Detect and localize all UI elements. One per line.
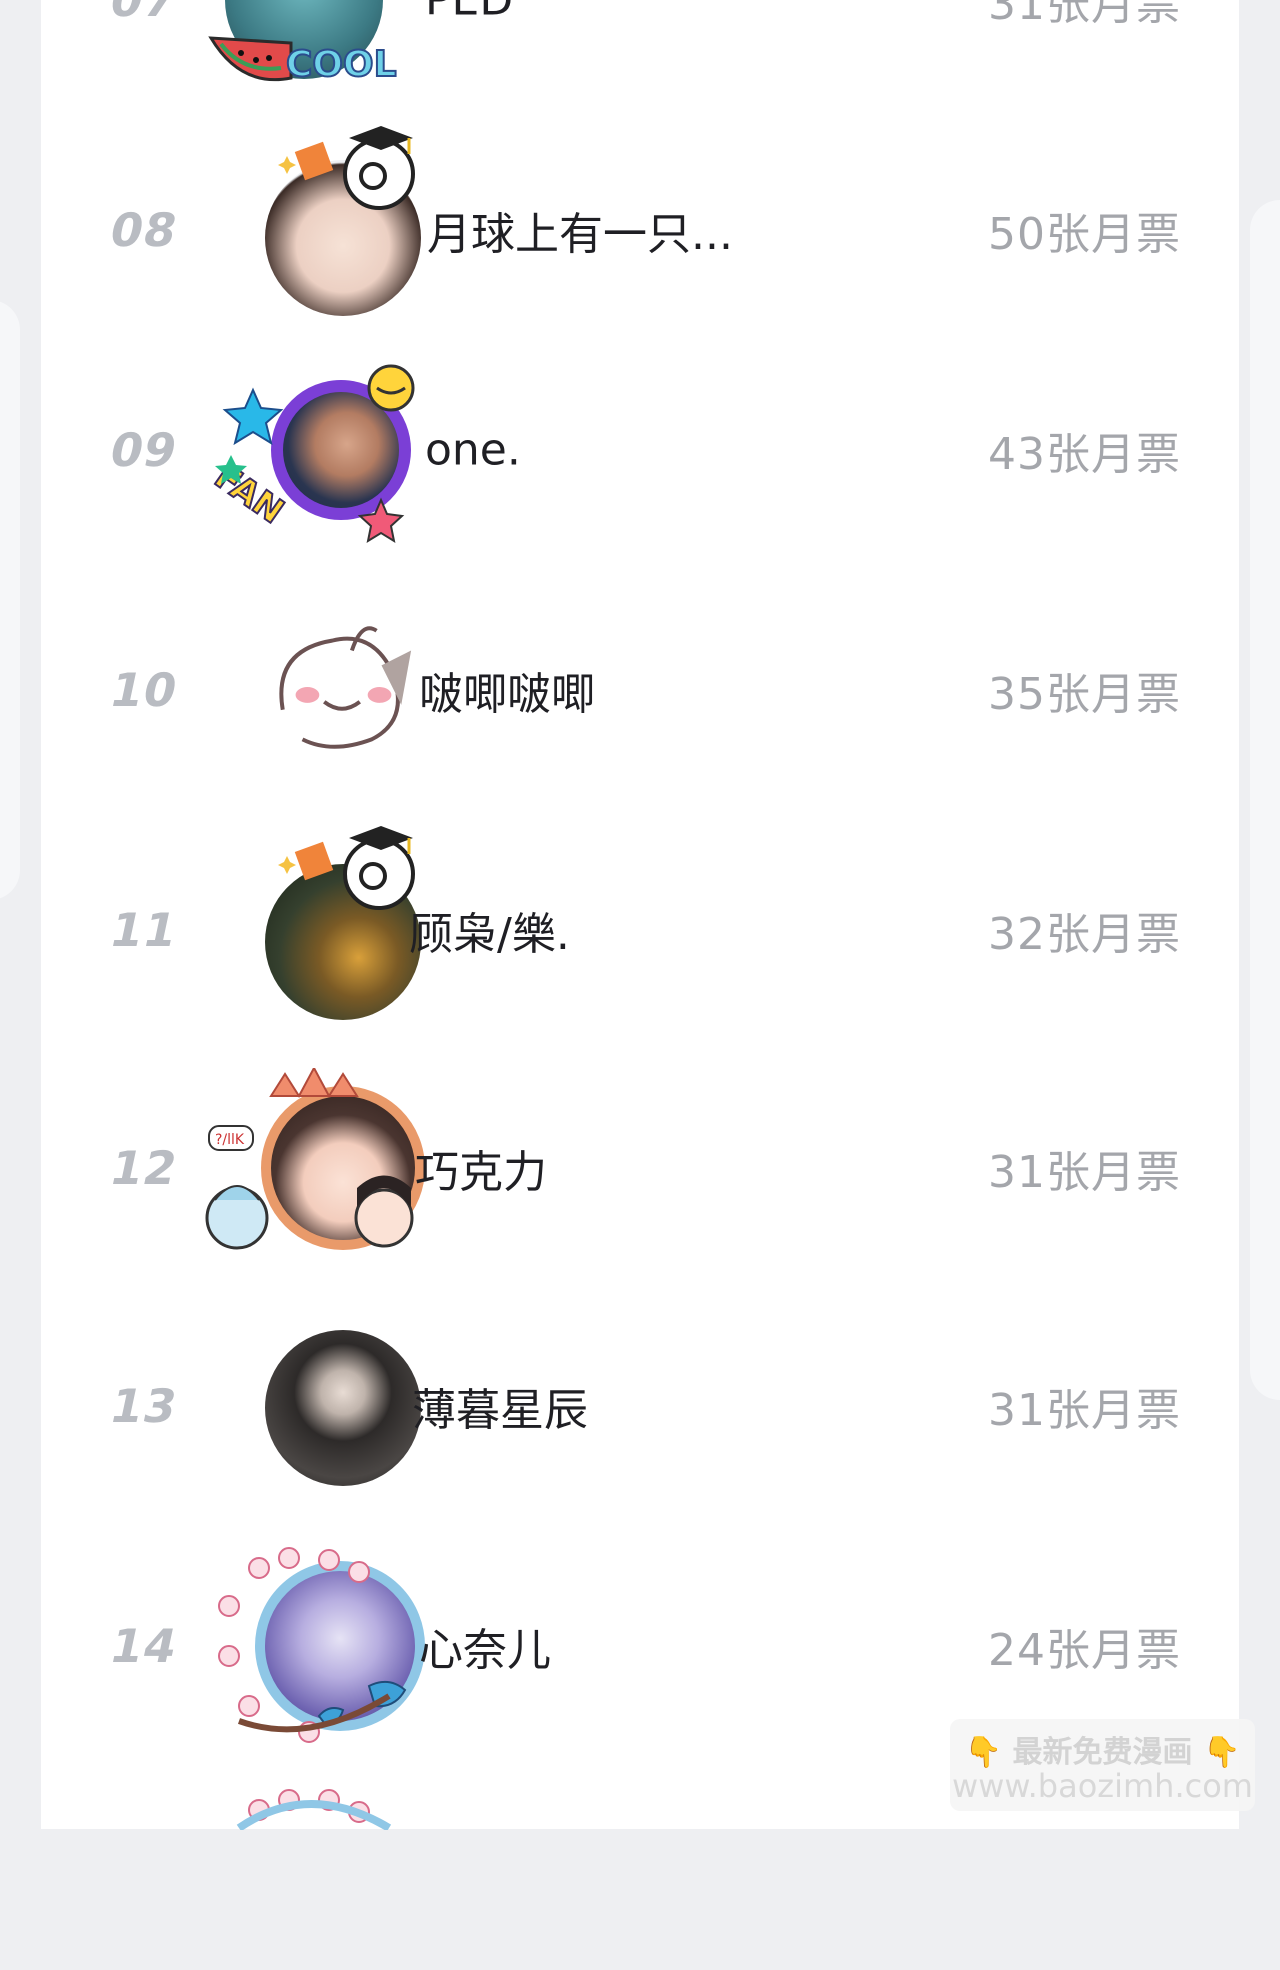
monthly-ticket-ranking-list: 07 COOL PED 31张月票 08 月球上有一只... 50张月票 09 bbox=[41, 0, 1239, 1830]
list-item[interactable]: 13 薄暮星辰 31张月票 bbox=[41, 1306, 1239, 1506]
watermark: 👇 最新免费漫画 👇 www.baozimh.com bbox=[950, 1719, 1255, 1811]
rank-number: 09 bbox=[105, 423, 183, 477]
ticket-count: 24张月票 bbox=[988, 1625, 1181, 1676]
watermark-url: www.baozimh.com bbox=[952, 1767, 1253, 1805]
list-item[interactable]: 10 啵唧啵唧 35张月票 bbox=[41, 590, 1239, 790]
ticket-count: 50张月票 bbox=[988, 209, 1181, 260]
list-item[interactable]: 09 FAN one. 43张月票 bbox=[41, 350, 1239, 550]
background-right-panel bbox=[1250, 200, 1280, 1400]
svg-text:?/llK: ?/llK bbox=[215, 1132, 245, 1148]
crown-couple-icon: ?/llK bbox=[205, 1068, 414, 1250]
svg-text:COOL: COOL bbox=[286, 44, 397, 85]
fan-star-badge-icon: FAN bbox=[206, 364, 415, 544]
watermark-title: 最新免费漫画 bbox=[1012, 1735, 1193, 1770]
rank-number: 10 bbox=[105, 663, 183, 717]
background-left-panel bbox=[0, 300, 20, 900]
user-name: one. bbox=[425, 424, 521, 476]
cherry-blossom-icon bbox=[236, 1789, 392, 1830]
list-item[interactable]: 08 月球上有一只... 50张月票 bbox=[41, 126, 1239, 330]
ticket-count: 32张月票 bbox=[988, 909, 1181, 960]
user-name: 薄暮星辰 bbox=[412, 1385, 588, 1436]
pointing-hand-icon: 👇 bbox=[1202, 1735, 1241, 1770]
rank-number: 07 bbox=[105, 0, 183, 27]
user-name: 顾枭/樂. bbox=[409, 909, 570, 960]
ticket-count: 31张月票 bbox=[988, 0, 1181, 30]
user-name: 心奈儿 bbox=[419, 1625, 551, 1676]
user-name: 月球上有一只... bbox=[427, 209, 733, 260]
list-item[interactable]: 07 COOL PED 31张月票 bbox=[41, 0, 1239, 100]
ticket-count: 31张月票 bbox=[988, 1385, 1181, 1436]
cool-sticker-icon: COOL bbox=[208, 36, 398, 86]
ticket-count: 31张月票 bbox=[988, 1147, 1181, 1198]
rank-number: 14 bbox=[105, 1619, 183, 1673]
ticket-count: 43张月票 bbox=[988, 429, 1181, 480]
list-item[interactable]: 11 顾枭/樂. 32张月票 bbox=[41, 826, 1239, 1030]
list-item[interactable]: 12 ?/llK 巧克力 31张月票 bbox=[41, 1068, 1239, 1268]
user-name: PED bbox=[425, 0, 514, 26]
cherry-blossom-icon bbox=[218, 1547, 407, 1743]
list-item[interactable]: 14 心奈儿 24张月票 bbox=[41, 1546, 1239, 1746]
rank-number: 08 bbox=[105, 203, 183, 257]
graduate-cap-icon bbox=[278, 126, 415, 210]
rank-number: 11 bbox=[105, 903, 183, 957]
rank-number: 12 bbox=[105, 1141, 183, 1195]
graduate-cap-icon bbox=[278, 826, 415, 910]
user-name: 巧克力 bbox=[415, 1147, 547, 1198]
avatar[interactable] bbox=[263, 611, 421, 769]
avatar[interactable] bbox=[265, 1330, 421, 1486]
ticket-count: 35张月票 bbox=[988, 669, 1181, 720]
pointing-hand-icon: 👇 bbox=[964, 1735, 1003, 1770]
user-name: 啵唧啵唧 bbox=[419, 669, 595, 720]
rank-number: 13 bbox=[105, 1379, 183, 1433]
